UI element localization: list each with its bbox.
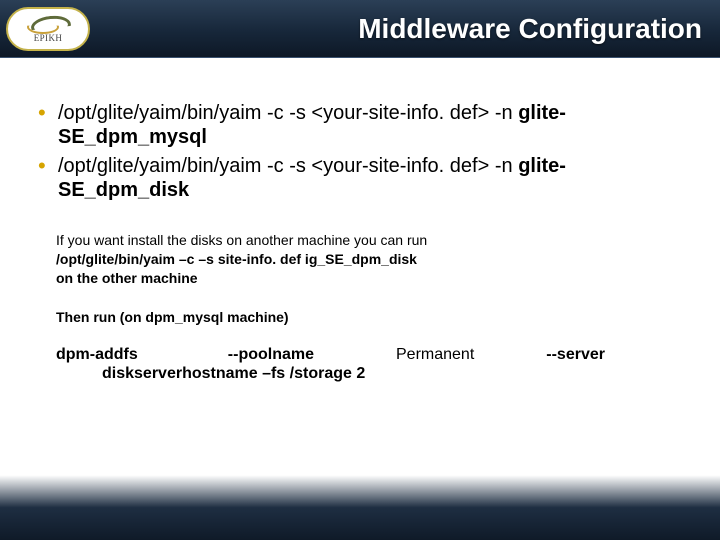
content-area: /opt/glite/yaim/bin/yaim -c -s <your-sit… <box>0 58 720 383</box>
cmd-segment: --poolname <box>228 345 314 364</box>
logo-text: EPIKH <box>34 33 63 43</box>
slide: EPIKH Middleware Configuration /opt/glit… <box>0 0 720 540</box>
note-block: If you want install the disks on another… <box>56 232 690 286</box>
cmd-segment: dpm-addfs <box>56 345 138 364</box>
logo: EPIKH <box>6 7 90 51</box>
list-item: /opt/glite/yaim/bin/yaim -c -s <your-sit… <box>36 155 690 202</box>
title-bar: EPIKH Middleware Configuration <box>0 0 720 58</box>
logo-swirl-icon <box>25 14 71 32</box>
command-block: dpm-addfs --poolname Permanent --server … <box>56 345 690 383</box>
cmd-segment: --server <box>546 345 605 364</box>
command-text: /opt/glite/yaim/bin/yaim -c -s <your-sit… <box>58 102 513 124</box>
note-line: If you want install the disks on another… <box>56 232 690 249</box>
page-title: Middleware Configuration <box>90 13 720 45</box>
note-line-bold: /opt/glite/bin/yaim –c –s site-info. def… <box>56 251 690 268</box>
note-line-bold: on the other machine <box>56 270 690 287</box>
cmd-segment: Permanent <box>396 345 474 364</box>
command-line-1: dpm-addfs --poolname Permanent --server <box>56 345 690 364</box>
command-text: /opt/glite/yaim/bin/yaim -c -s <your-sit… <box>58 155 513 177</box>
bullet-list: /opt/glite/yaim/bin/yaim -c -s <your-sit… <box>36 102 690 202</box>
list-item: /opt/glite/yaim/bin/yaim -c -s <your-sit… <box>36 102 690 149</box>
command-line-2: diskserverhostname –fs /storage 2 <box>56 364 690 383</box>
then-line: Then run (on dpm_mysql machine) <box>56 309 690 325</box>
